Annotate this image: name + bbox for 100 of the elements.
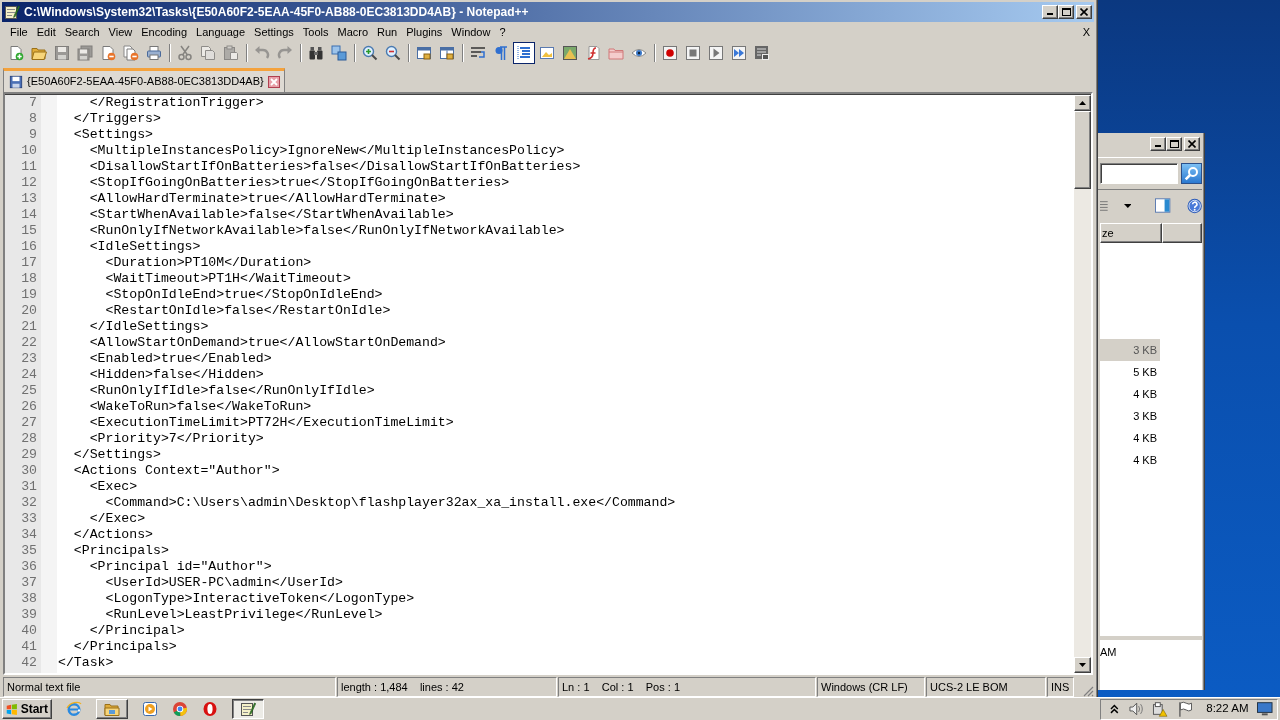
status-segment: UCS-2 LE BOM [926, 677, 1046, 697]
menu-item[interactable]: Run [372, 23, 402, 41]
scroll-down-button[interactable] [1074, 657, 1091, 673]
file-list-row[interactable]: 5 KB [1100, 361, 1160, 383]
fast-forward-icon[interactable] [731, 45, 747, 61]
scroll-up-button[interactable] [1074, 95, 1091, 111]
replace-icon[interactable] [331, 45, 347, 61]
code-line: <WakeToRun>false</WakeToRun> [89, 399, 312, 414]
clock[interactable]: 8:22 AM [1206, 700, 1249, 718]
start-button[interactable]: Start [2, 699, 52, 719]
file-list-row[interactable]: 4 KB [1100, 427, 1160, 449]
function-list-icon[interactable] [585, 45, 601, 61]
close-document-button[interactable]: X [1078, 23, 1094, 41]
zoom-in-icon[interactable] [362, 45, 378, 61]
menu-item[interactable]: Window [446, 23, 495, 41]
line-number: 24 [20, 367, 37, 383]
code-line: <Enabled>true</Enabled> [89, 351, 272, 366]
printer-icon[interactable] [146, 45, 162, 61]
close-icon[interactable] [267, 75, 280, 88]
menu-item[interactable]: Macro [333, 23, 373, 41]
menu-item[interactable]: File [5, 23, 33, 41]
line-number: 20 [20, 303, 37, 319]
menu-item[interactable]: Tools [298, 23, 333, 41]
close-button[interactable] [1076, 5, 1092, 19]
play-icon[interactable] [708, 45, 724, 61]
code-line: <Principal id="Author"> [89, 559, 272, 574]
resize-grip-icon[interactable] [1082, 685, 1094, 697]
close-files-icon[interactable] [123, 45, 139, 61]
code-line: <Duration>PT10M</Duration> [105, 255, 312, 270]
line-number: 7 [28, 95, 37, 111]
code-line: </Exec> [89, 511, 146, 526]
document-tab[interactable]: {E50A60F2-5EAA-45F0-AB88-0EC3813DD4AB} [3, 68, 285, 92]
menu-item[interactable]: Settings [249, 23, 299, 41]
search-field[interactable] [1100, 163, 1178, 184]
taskbar-button[interactable] [232, 699, 264, 719]
menu-item[interactable]: Encoding [136, 23, 192, 41]
menu-item[interactable]: Edit [32, 23, 61, 41]
code-line: <Command>C:\Users\admin\Desktop\flashplayer32ax_xa_install.exe</Command> [105, 495, 676, 510]
file-list-row[interactable]: 4 KB [1100, 383, 1160, 405]
monitor-icon[interactable] [1257, 701, 1273, 717]
line-number: 29 [20, 447, 37, 463]
line-number: 22 [20, 335, 37, 351]
segmented-circle-icon[interactable] [172, 701, 188, 717]
minimize-button[interactable] [1150, 137, 1166, 151]
file-list-row[interactable]: 4 KB [1100, 449, 1160, 471]
menu-item[interactable]: Plugins [401, 23, 447, 41]
sync-scroll-horizontal-icon[interactable] [439, 45, 455, 61]
column-header[interactable]: ze [1100, 223, 1163, 243]
line-number: 30 [20, 463, 37, 479]
stop-icon[interactable] [685, 45, 701, 61]
search-icon [1184, 166, 1199, 181]
binoculars-icon[interactable] [308, 45, 324, 61]
document-map-icon[interactable] [562, 45, 578, 61]
oval-ring-icon[interactable] [202, 701, 218, 717]
code-line: <Hidden>false</Hidden> [89, 367, 264, 382]
word-wrap-icon[interactable] [470, 45, 486, 61]
caret-down-icon[interactable] [1123, 203, 1132, 208]
code-line: <DisallowStartIfOnBatteries>false</DisallowStartIfOnBatteries> [89, 159, 581, 174]
code-line: <IdleSettings> [89, 239, 201, 254]
menu-item[interactable]: Search [60, 23, 105, 41]
window-picture-icon[interactable] [539, 45, 555, 61]
file-list-row[interactable]: 3 KB [1100, 405, 1160, 427]
preview-pane-icon[interactable] [1155, 198, 1171, 213]
line-number: 37 [20, 575, 37, 591]
view-options-icon[interactable] [1100, 199, 1108, 212]
code-line: </IdleSettings> [89, 319, 209, 334]
pilcrow-icon[interactable] [493, 45, 509, 61]
menu-item[interactable]: View [104, 23, 137, 41]
play-tile-icon[interactable] [142, 701, 158, 717]
code-line: </Principals> [73, 639, 177, 654]
vertical-scrollbar[interactable] [1074, 95, 1091, 673]
search-button[interactable] [1181, 163, 1202, 184]
chevron-up-icon[interactable] [1110, 704, 1119, 714]
scrollbar-thumb[interactable] [1074, 111, 1091, 189]
record-icon[interactable] [662, 45, 678, 61]
speaker-icon[interactable] [1127, 701, 1144, 717]
minimize-button[interactable] [1042, 5, 1058, 19]
line-number: 9 [28, 127, 37, 143]
sync-scroll-vertical-icon[interactable] [416, 45, 432, 61]
menu-item[interactable]: ? [494, 23, 511, 41]
help-icon[interactable] [1186, 197, 1202, 214]
zoom-out-icon[interactable] [385, 45, 401, 61]
network-warning-icon[interactable] [1152, 701, 1168, 717]
file-list-row[interactable]: 3 KB [1100, 339, 1160, 361]
maximize-button[interactable] [1058, 5, 1074, 19]
flag-icon[interactable] [1176, 701, 1193, 717]
menu-item[interactable]: Language [191, 23, 250, 41]
notepad-icon [240, 701, 256, 717]
close-file-icon[interactable] [100, 45, 116, 61]
code-line: <Actions Context="Author"> [73, 463, 280, 478]
line-number: 10 [20, 143, 37, 159]
line-number: 39 [20, 607, 37, 623]
new-file-icon[interactable] [8, 45, 24, 61]
save-macro-icon[interactable] [754, 45, 770, 61]
line-number: 27 [20, 415, 37, 431]
close-button[interactable] [1184, 137, 1200, 151]
indent-guide-icon[interactable] [513, 42, 535, 64]
folder-icon[interactable] [31, 45, 47, 61]
maximize-button[interactable] [1166, 137, 1182, 151]
column-header[interactable] [1162, 223, 1202, 243]
